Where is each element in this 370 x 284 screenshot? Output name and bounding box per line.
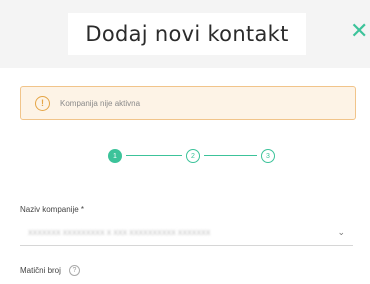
step-2[interactable]: 2 [186, 149, 200, 163]
modal-header: Dodaj novi kontakt ✕ [0, 0, 370, 68]
inactive-company-alert: ! Kompanija nije aktivna [20, 86, 356, 120]
step-1[interactable]: 1 [108, 149, 122, 163]
question-circle-icon[interactable]: ? [68, 265, 80, 276]
alert-text: Kompanija nije aktivna [60, 98, 141, 108]
chevron-down-icon[interactable]: ⌄ [337, 227, 345, 238]
close-icon[interactable]: ✕ [350, 18, 370, 44]
registration-number-field: Matični broj ? [20, 265, 80, 276]
modal-title: Dodaj novi kontakt [85, 22, 289, 46]
step-connector-1 [126, 155, 182, 156]
step-3[interactable]: 3 [261, 149, 275, 163]
stepper: 1 2 3 [108, 146, 278, 166]
company-name-value: XXXXXXX XXXXXXXXX X XXX XXXXXXXXXX XXXXX… [28, 230, 211, 237]
title-container: Dodaj novi kontakt [68, 13, 306, 55]
registration-number-label: Matični broj [20, 266, 61, 275]
company-name-label: Naziv kompanije * [20, 205, 85, 214]
company-name-select[interactable]: XXXXXXX XXXXXXXXX X XXX XXXXXXXXXX XXXXX… [20, 222, 353, 246]
info-circle-icon: ! [35, 95, 50, 111]
step-connector-2 [204, 155, 257, 156]
